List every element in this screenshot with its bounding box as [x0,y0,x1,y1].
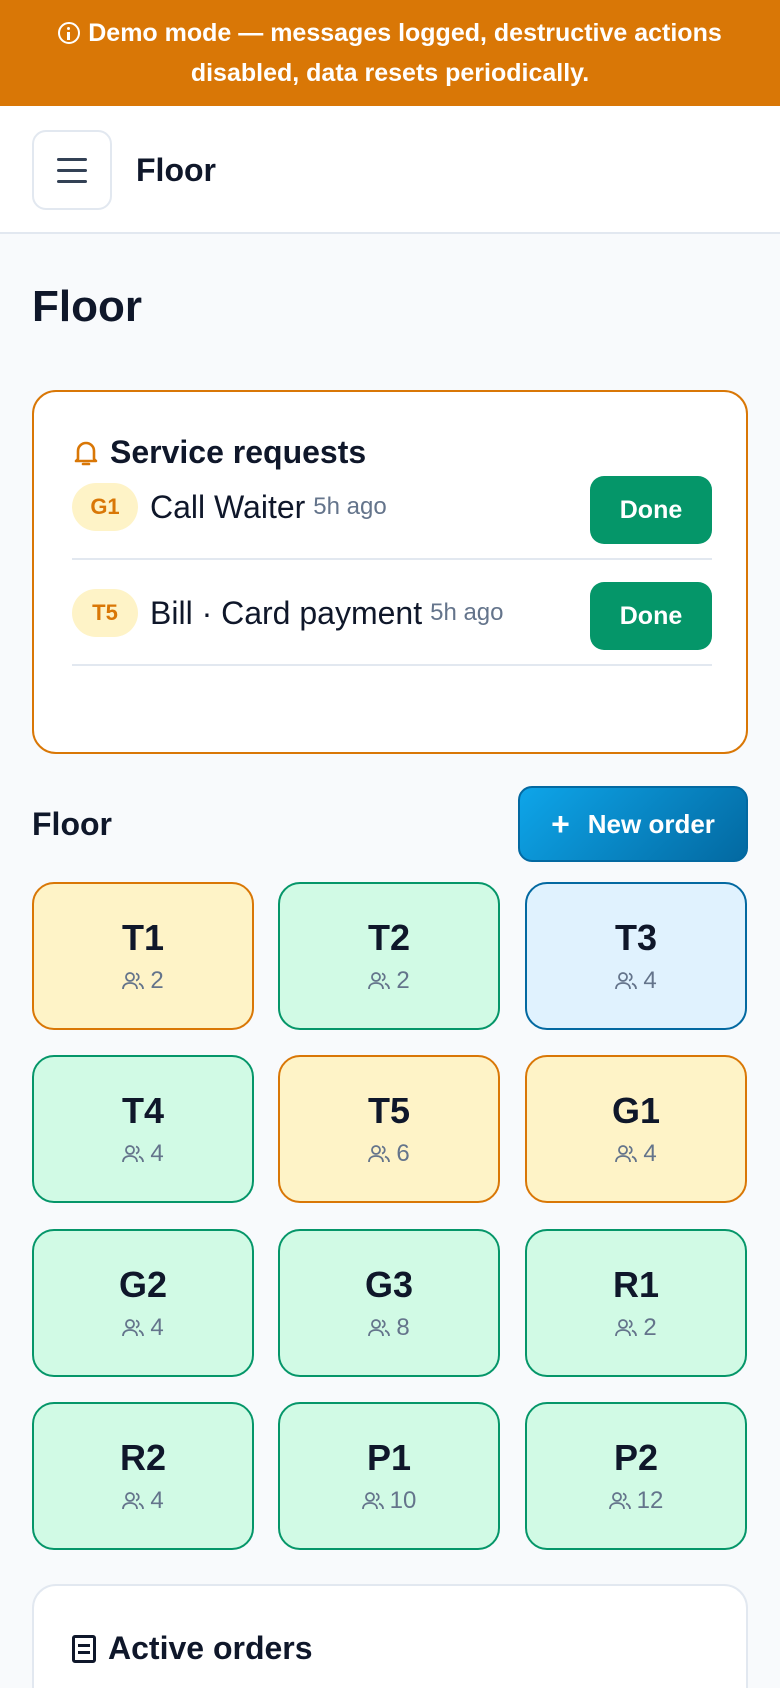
floor-section-label: Floor [32,806,112,842]
table-name: T4 [121,1090,164,1131]
service-request-row: T5 Bill · Card payment 5h ago Done [72,562,712,666]
request-text: Call Waiter [150,488,306,525]
menu-button[interactable] [32,130,112,210]
table-name: G2 [118,1264,168,1305]
table-card[interactable]: T5 6 [278,1055,500,1203]
page-title: Floor [32,282,142,331]
topbar-title: Floor [136,152,216,188]
table-seats: 10 [361,1487,417,1515]
service-request-row: G1 Call Waiter 5h ago Done [72,456,712,560]
table-name: T3 [614,917,657,958]
menu-icon-line [57,179,87,183]
top-bar: Floor [0,106,780,234]
seat-count: 2 [150,967,164,994]
menu-icon-line [57,157,87,161]
seat-count: 2 [396,967,410,994]
seat-count: 4 [150,1140,164,1167]
table-seats: 4 [122,1314,164,1342]
request-time: 5h ago [430,599,504,626]
active-orders-header: Active orders [72,1630,313,1667]
table-seats: 4 [122,1487,164,1515]
demo-banner: Demo mode — messages logged, destructive… [0,0,780,106]
table-card[interactable]: R1 2 [525,1229,747,1377]
table-name: T5 [367,1090,410,1131]
table-name: T1 [121,917,164,958]
seat-count: 4 [150,1314,164,1341]
active-orders-title: Active orders [108,1630,313,1666]
table-name: G1 [611,1090,661,1131]
table-seats: 4 [615,967,657,995]
seat-count: 10 [389,1487,417,1514]
table-badge: T5 [72,589,138,637]
done-button[interactable]: Done [590,582,712,650]
seat-count: 2 [643,1314,657,1341]
table-seats: 12 [608,1487,664,1515]
users-icon [122,972,145,990]
seat-count: 12 [636,1487,664,1514]
done-button[interactable]: Done [590,476,712,544]
table-seats: 2 [368,967,410,995]
table-card[interactable]: G2 4 [32,1229,254,1377]
active-orders-card: Active orders [32,1584,748,1688]
users-icon [368,1145,391,1163]
users-icon [122,1145,145,1163]
table-name: R2 [119,1437,167,1478]
table-name: G3 [364,1264,414,1305]
request-time: 5h ago [313,493,387,520]
table-card[interactable]: T2 2 [278,882,500,1030]
seat-count: 8 [396,1314,410,1341]
new-order-button[interactable]: + New order [518,786,748,862]
seat-count: 4 [643,967,657,994]
users-icon [608,1492,631,1510]
table-name: P1 [366,1437,412,1478]
users-icon [368,972,391,990]
table-seats: 2 [615,1314,657,1342]
users-icon [368,1319,391,1337]
plus-icon: + [551,806,570,842]
menu-icon-line [57,168,87,172]
users-icon [361,1492,384,1510]
seat-count: 6 [396,1140,410,1167]
receipt-icon [72,1634,96,1663]
table-card[interactable]: T1 2 [32,882,254,1030]
users-icon [122,1492,145,1510]
table-seats: 4 [615,1140,657,1168]
service-requests-card: Service requests G1 Call Waiter 5h ago D… [32,390,748,754]
table-card[interactable]: T4 4 [32,1055,254,1203]
table-seats: 4 [122,1140,164,1168]
request-text: Bill · Card payment [150,594,423,631]
table-card[interactable]: T3 4 [525,882,747,1030]
users-icon [615,972,638,990]
users-icon [615,1145,638,1163]
seat-count: 4 [643,1140,657,1167]
info-icon [58,22,81,44]
table-seats: 6 [368,1140,410,1168]
banner-text: Demo mode — messages logged, destructive… [88,19,722,87]
seat-count: 4 [150,1487,164,1514]
table-name: T2 [367,917,410,958]
table-name: P2 [613,1437,659,1478]
table-card[interactable]: P2 12 [525,1402,747,1550]
table-card[interactable]: P1 10 [278,1402,500,1550]
table-seats: 2 [122,967,164,995]
users-icon [615,1319,638,1337]
users-icon [122,1319,145,1337]
table-card[interactable]: G1 4 [525,1055,747,1203]
table-name: R1 [612,1264,660,1305]
new-order-label: New order [587,808,715,839]
table-card[interactable]: G3 8 [278,1229,500,1377]
table-card[interactable]: R2 4 [32,1402,254,1550]
table-seats: 8 [368,1314,410,1342]
table-badge: G1 [72,483,138,531]
